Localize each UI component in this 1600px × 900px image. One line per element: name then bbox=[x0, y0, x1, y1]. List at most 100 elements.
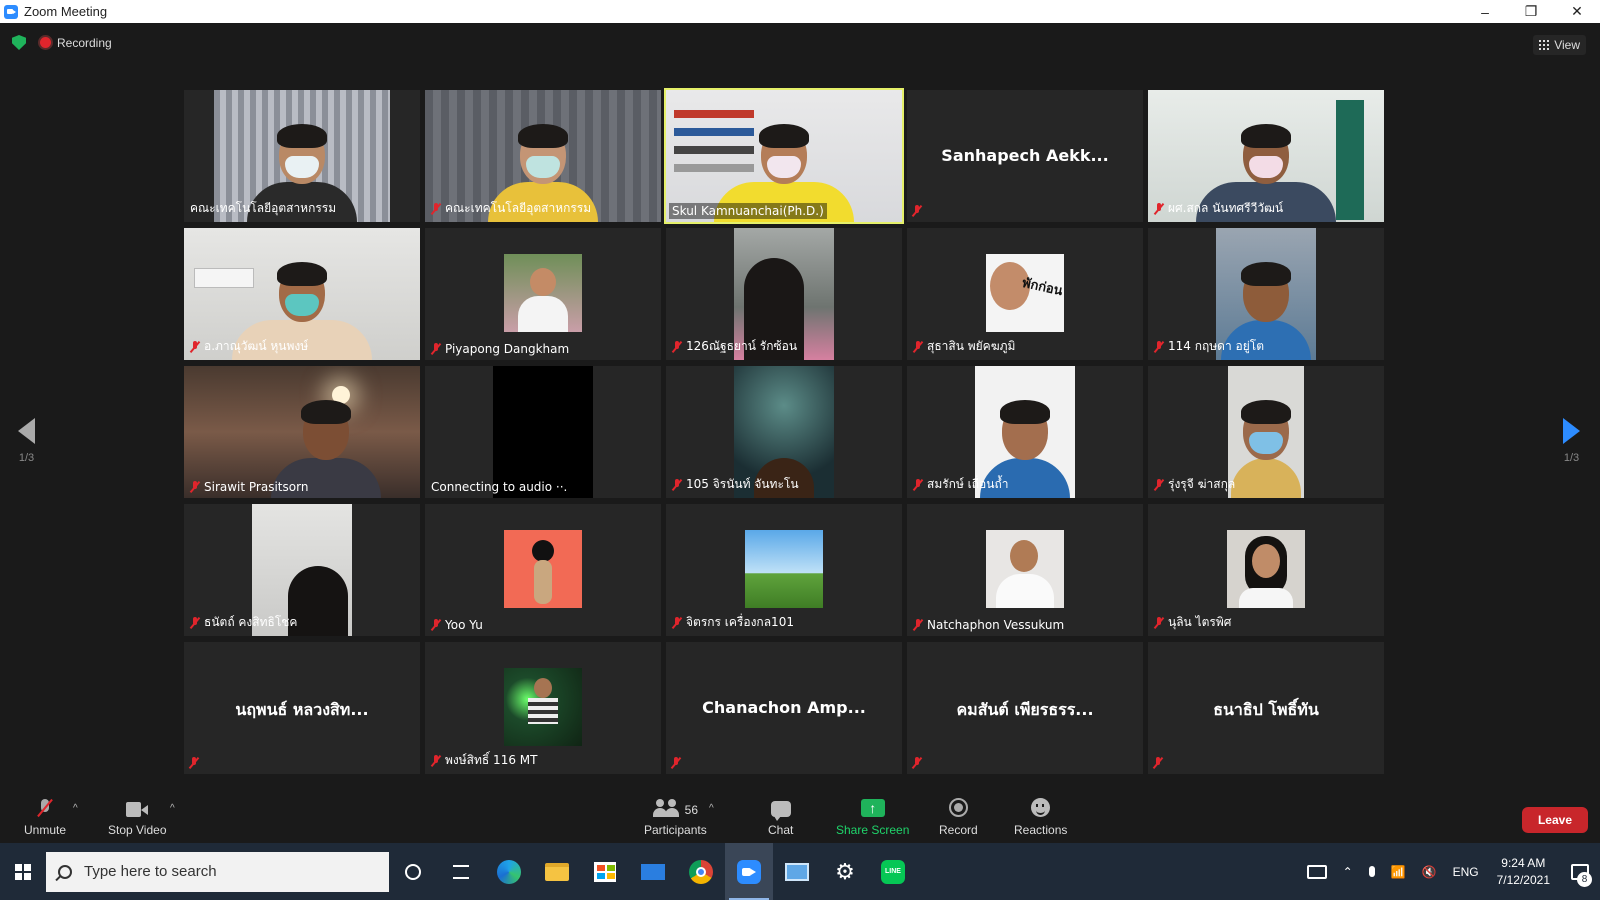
muted-mic-icon bbox=[1154, 478, 1164, 491]
microphone-icon[interactable] bbox=[1361, 866, 1383, 877]
audio-options-caret[interactable]: ^ bbox=[73, 803, 78, 814]
muted-mic-icon bbox=[1154, 202, 1164, 215]
edge-browser-icon[interactable] bbox=[485, 843, 533, 900]
participants-count: 56 bbox=[684, 803, 699, 817]
avatar-tile[interactable]: Piyapong Dangkham bbox=[425, 228, 661, 360]
video-tile[interactable]: รุ่งรุจี ฆ่าสกุล bbox=[1148, 366, 1384, 498]
arrow-left-icon bbox=[18, 418, 35, 444]
avatar-tile[interactable]: Natchaphon Vessukum bbox=[907, 504, 1143, 636]
avatar-tile[interactable]: Yoo Yu bbox=[425, 504, 661, 636]
name-tile[interactable]: นฤพนธ์ หลวงสิท... bbox=[184, 642, 420, 774]
start-button[interactable] bbox=[0, 843, 46, 900]
line-app-icon[interactable]: LINE bbox=[869, 843, 917, 900]
file-explorer-icon[interactable] bbox=[533, 843, 581, 900]
settings-gear-icon[interactable]: ⚙ bbox=[821, 843, 869, 900]
name-tile[interactable]: Chanachon Amp... bbox=[666, 642, 902, 774]
action-center-button[interactable]: 8 bbox=[1560, 843, 1600, 900]
minimize-button[interactable]: – bbox=[1462, 0, 1508, 23]
video-options-caret[interactable]: ^ bbox=[170, 803, 175, 814]
avatar-tile[interactable]: จิตรกร เครื่องกล101 bbox=[666, 504, 902, 636]
timeline-icon[interactable] bbox=[437, 843, 485, 900]
video-tile[interactable]: คณะเทคโนโลยีอุตสาหกรรม bbox=[425, 90, 661, 222]
muted-mic-icon bbox=[672, 478, 682, 491]
muted-mic-icon bbox=[431, 754, 441, 767]
name-tile[interactable]: คมสันต์ เพียรธรร... bbox=[907, 642, 1143, 774]
participant-name-label: ธนัตถ์ คงสิทธิโชค bbox=[187, 612, 300, 633]
task-view-icon[interactable] bbox=[389, 843, 437, 900]
participant-name-label: 114 กฤษดา อยู่โต bbox=[1151, 336, 1267, 357]
recording-indicator[interactable]: Recording bbox=[40, 36, 112, 50]
volume-muted-icon[interactable]: 🔇 bbox=[1414, 865, 1445, 879]
video-tile[interactable]: 114 กฤษดา อยู่โต bbox=[1148, 228, 1384, 360]
zoom-taskbar-icon[interactable] bbox=[725, 843, 773, 900]
network-icon[interactable]: 📶 bbox=[1383, 865, 1414, 879]
participant-avatar bbox=[504, 254, 582, 332]
clock[interactable]: 9:24 AM 7/12/2021 bbox=[1487, 855, 1560, 889]
participants-label: Participants bbox=[644, 823, 707, 837]
participants-button[interactable]: 56 Participants bbox=[644, 797, 707, 837]
muted-mic-icon bbox=[190, 481, 200, 493]
participants-icon bbox=[652, 799, 679, 817]
video-camera-icon bbox=[126, 802, 149, 817]
participant-name-label: Piyapong Dangkham bbox=[428, 341, 572, 357]
chat-button[interactable]: Chat bbox=[768, 797, 793, 837]
video-tile[interactable]: คณะเทคโนโลยีอุตสาหกรรม bbox=[184, 90, 420, 222]
muted-mic-icon bbox=[190, 616, 200, 629]
title-bar: Zoom Meeting – ❐ ✕ bbox=[0, 0, 1600, 23]
encryption-shield-icon[interactable] bbox=[12, 35, 26, 50]
muted-mic-icon bbox=[1154, 616, 1164, 629]
video-tile[interactable]: อ.ภาณุวัฒน์ หุนพงษ์ bbox=[184, 228, 420, 360]
video-tile[interactable]: Sirawit Prasitsorn bbox=[184, 366, 420, 498]
video-tile[interactable]: Connecting to audio ··. bbox=[425, 366, 661, 498]
participant-avatar bbox=[504, 668, 582, 746]
search-placeholder: Type here to search bbox=[84, 863, 217, 880]
avatar-tile[interactable]: พงษ์สิทธิ์ 116 MT bbox=[425, 642, 661, 774]
muted-mic-icon bbox=[671, 757, 681, 769]
microsoft-store-icon[interactable] bbox=[581, 843, 629, 900]
mail-icon[interactable] bbox=[629, 843, 677, 900]
show-hidden-icons-chevron-icon[interactable]: ⌃ bbox=[1335, 865, 1361, 879]
video-tile[interactable]: ผศ.สกล นันทศรีวีวัฒน์ bbox=[1148, 90, 1384, 222]
name-tile[interactable]: ธนาธิป โพธิ์ทัน bbox=[1148, 642, 1384, 774]
name-tile[interactable]: Sanhapech Aekk... bbox=[907, 90, 1143, 222]
participant-name-label: สุธาสิน พยัคฆภูมิ bbox=[910, 336, 1018, 357]
input-language[interactable]: ENG bbox=[1445, 865, 1487, 879]
muted-mic-icon bbox=[431, 202, 441, 215]
muted-mic-icon bbox=[189, 757, 199, 769]
window-controls: – ❐ ✕ bbox=[1462, 0, 1600, 23]
avatar-tile[interactable]: นุลิน ไตรพิศ bbox=[1148, 504, 1384, 636]
participants-options-caret[interactable]: ^ bbox=[709, 803, 714, 814]
close-button[interactable]: ✕ bbox=[1554, 0, 1600, 23]
leave-button[interactable]: Leave bbox=[1521, 807, 1588, 833]
avatar-tile[interactable]: พักก่อน สุธาสิน พยัคฆภูมิ bbox=[907, 228, 1143, 360]
record-icon bbox=[948, 798, 968, 817]
video-tile[interactable]: 126ณัฐธยาน์ รักซ้อน bbox=[666, 228, 902, 360]
meeting-controls: Unmute ^ Stop Video ^ 56 Participants ^ … bbox=[0, 785, 1600, 843]
maximize-button[interactable]: ❐ bbox=[1508, 0, 1554, 23]
share-screen-label: Share Screen bbox=[836, 823, 910, 837]
share-screen-button[interactable]: ↑ Share Screen bbox=[836, 797, 909, 837]
chrome-browser-icon[interactable] bbox=[677, 843, 725, 900]
keyboard-icon[interactable] bbox=[1299, 864, 1335, 879]
unmute-button[interactable]: Unmute bbox=[24, 797, 66, 837]
previous-page-button[interactable]: 1/3 bbox=[18, 418, 35, 464]
video-tile[interactable]: ธนัตถ์ คงสิทธิโชค bbox=[184, 504, 420, 636]
video-tile[interactable]: 105 จิรนันท์ จันทะโน bbox=[666, 366, 902, 498]
view-label: View bbox=[1554, 38, 1580, 52]
next-page-button[interactable]: 1/3 bbox=[1563, 418, 1580, 464]
stop-video-button[interactable]: Stop Video bbox=[108, 797, 167, 837]
muted-mic-icon bbox=[672, 340, 682, 353]
video-tile-active-speaker[interactable]: Skul Kamnuanchai(Ph.D.) bbox=[664, 88, 904, 224]
chat-label: Chat bbox=[768, 823, 794, 837]
participant-name-label: คณะเทคโนโลยีอุตสาหกรรม bbox=[190, 201, 337, 215]
participant-name-label: จิตรกร เครื่องกล101 bbox=[669, 612, 797, 633]
taskbar-search-box[interactable]: Type here to search bbox=[46, 851, 389, 892]
participant-avatar bbox=[986, 530, 1064, 608]
reactions-button[interactable]: Reactions bbox=[1014, 797, 1067, 837]
remote-desktop-icon[interactable] bbox=[773, 843, 821, 900]
video-tile[interactable]: สมรักษ์ เถื่อนถ้ำ bbox=[907, 366, 1143, 498]
participant-avatar: พักก่อน bbox=[986, 254, 1064, 332]
muted-mic-icon bbox=[1153, 757, 1163, 769]
record-button[interactable]: Record bbox=[939, 797, 978, 837]
view-button[interactable]: View bbox=[1533, 35, 1586, 55]
